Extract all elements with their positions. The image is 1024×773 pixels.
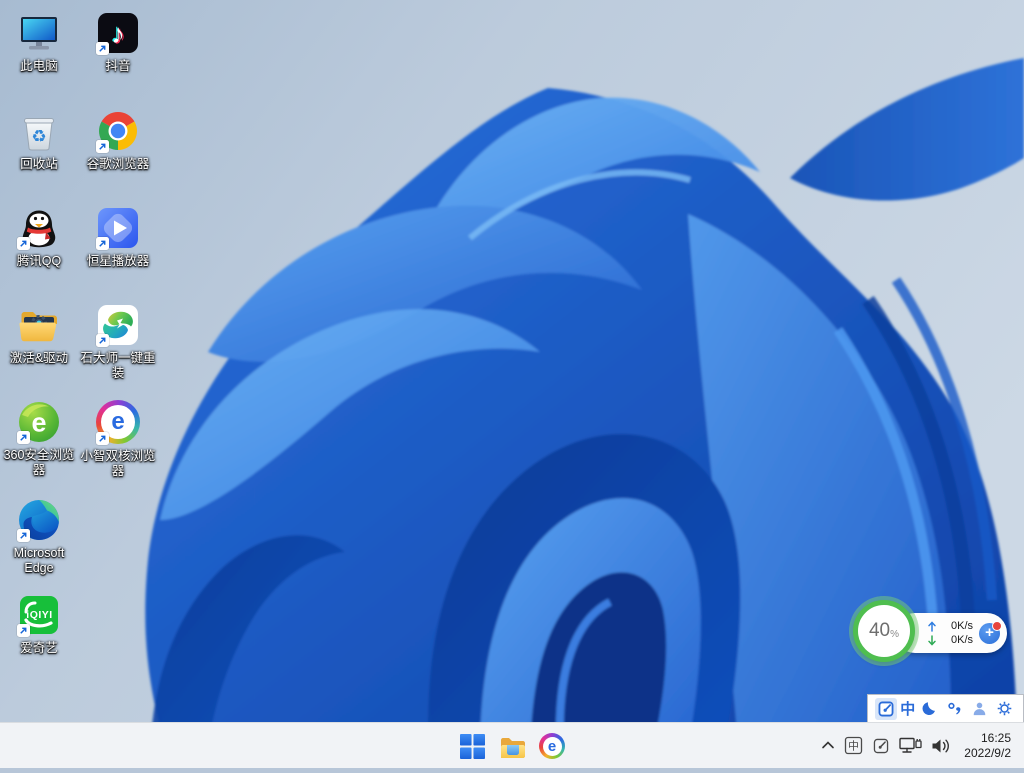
start-button[interactable] xyxy=(452,726,492,766)
shortcut-arrow-icon xyxy=(96,42,109,55)
douyin-icon: ♪ ♪ ♪ xyxy=(95,10,141,56)
svg-text:e: e xyxy=(31,408,46,438)
windows-logo-icon xyxy=(459,733,485,759)
desktop-icon-iqiyi[interactable]: iQIYI 爱奇艺 xyxy=(0,592,78,656)
ethernet-icon xyxy=(899,737,922,753)
icon-label: 谷歌浏览器 xyxy=(86,157,150,171)
shortcut-arrow-icon xyxy=(96,140,109,153)
desktop-icon-360-browser[interactable]: e 360安全浏览器 xyxy=(0,399,78,478)
ime-logo-icon xyxy=(878,701,894,716)
upload-arrow-icon xyxy=(928,620,936,632)
desktop-icon-tencent-qq[interactable]: 腾讯QQ xyxy=(0,205,78,269)
desktop-icon-activate-driver[interactable]: 激活&驱动 xyxy=(0,302,78,366)
clock-time: 16:25 xyxy=(980,730,1011,745)
clock-date: 2022/9/2 xyxy=(964,745,1011,760)
ime-account-button[interactable] xyxy=(969,698,991,720)
accelerate-plus-button[interactable]: + xyxy=(979,620,1002,644)
icon-label: 回收站 xyxy=(20,157,58,171)
svg-text:中: 中 xyxy=(848,740,859,753)
upload-speed: 0K/s xyxy=(950,620,973,632)
file-explorer-button[interactable] xyxy=(492,726,532,766)
browser-e-button[interactable]: e xyxy=(532,726,572,766)
iqiyi-icon: iQIYI xyxy=(16,592,62,638)
this-pc-icon xyxy=(16,10,62,56)
speaker-icon xyxy=(932,739,950,752)
icon-label: 恒星播放器 xyxy=(86,254,150,268)
ime-night-mode-button[interactable] xyxy=(918,698,940,720)
memory-percent: 40 xyxy=(868,620,891,641)
download-speed: 0K/s xyxy=(950,634,973,646)
shortcut-arrow-icon xyxy=(96,334,109,347)
user-icon xyxy=(973,702,986,716)
browser-e-icon: e xyxy=(539,733,565,759)
tray-overflow-chevron[interactable] xyxy=(821,739,835,752)
desktop-icon-shidashi[interactable]: 石大师一键重装 xyxy=(79,302,157,381)
desktop-icon-recycle-bin[interactable]: ♻ 回收站 xyxy=(0,108,78,172)
shortcut-arrow-icon xyxy=(17,529,30,542)
shortcut-arrow-icon xyxy=(17,431,30,444)
ime-toolbar: 中 xyxy=(867,694,1024,722)
shortcut-arrow-icon xyxy=(96,237,109,250)
ime-punctuation-button[interactable] xyxy=(944,698,966,720)
desktop-icon-stellar-player[interactable]: 恒星播放器 xyxy=(79,205,157,269)
edge-icon xyxy=(16,497,62,543)
desktop-icon-this-pc[interactable]: 此电脑 xyxy=(0,10,78,74)
folder-gear-icon xyxy=(16,302,62,348)
ime-mode-button[interactable]: 中 xyxy=(900,698,915,720)
tray-volume[interactable] xyxy=(931,738,951,754)
icon-label: 石大师一键重装 xyxy=(80,351,156,380)
desktop-icon-douyin[interactable]: ♪ ♪ ♪ 抖音 xyxy=(79,10,157,74)
icon-label: 360安全浏览器 xyxy=(3,448,75,477)
360-browser-icon: e xyxy=(16,399,62,445)
gear-icon xyxy=(998,701,1012,716)
svg-text:♪: ♪ xyxy=(111,19,125,49)
shortcut-arrow-icon xyxy=(17,237,30,250)
icon-label: 爱奇艺 xyxy=(20,641,58,655)
qq-icon xyxy=(16,205,62,251)
notification-dot xyxy=(992,620,1002,631)
file-explorer-icon xyxy=(501,738,525,758)
ime-mode-icon: 中 xyxy=(845,736,863,755)
desktop-icon-microsoft-edge[interactable]: Microsoft Edge xyxy=(0,497,78,576)
ime-settings-button[interactable] xyxy=(994,698,1016,720)
recycle-bin-icon: ♻ xyxy=(16,108,62,154)
desktop-icon-xiaozhi-browser[interactable]: e 小智双核浏览器 xyxy=(79,399,157,479)
moon-icon xyxy=(922,702,935,716)
shortcut-arrow-icon xyxy=(17,624,30,637)
stellar-player-icon xyxy=(95,205,141,251)
memory-usage-ball[interactable]: 40% xyxy=(853,600,915,662)
xiaozhi-browser-icon: e xyxy=(95,400,141,446)
icon-label: 激活&驱动 xyxy=(9,351,69,365)
tray-clock[interactable]: 16:25 2022/9/2 xyxy=(964,731,1011,761)
chevron-up-icon xyxy=(822,741,835,749)
svg-text:♻: ♻ xyxy=(31,127,46,146)
download-arrow-icon xyxy=(928,634,936,646)
icon-label: 抖音 xyxy=(105,59,131,73)
ime-logo-button[interactable] xyxy=(875,697,897,720)
shortcut-arrow-icon xyxy=(96,432,109,445)
desktop-icon-chrome[interactable]: 谷歌浏览器 xyxy=(79,108,157,172)
icon-label: 此电脑 xyxy=(20,59,58,73)
shidashi-icon xyxy=(95,302,141,348)
tray-ime-mode[interactable]: 中 xyxy=(844,736,863,755)
ime-logo-tray-icon xyxy=(874,738,889,753)
net-speed-widget[interactable]: 0K/s 0K/s + 40% xyxy=(853,598,1013,668)
punctuation-icon xyxy=(947,702,960,715)
tray-network[interactable] xyxy=(899,737,922,754)
icon-label: 腾讯QQ xyxy=(16,254,62,268)
taskbar: e 中 16:25 2022/9/2 xyxy=(0,722,1024,768)
tray-ime-logo[interactable] xyxy=(872,737,890,755)
svg-text:iQIYI: iQIYI xyxy=(26,609,52,621)
chrome-icon xyxy=(95,108,141,154)
icon-label: 小智双核浏览器 xyxy=(80,449,156,478)
icon-label: Microsoft Edge xyxy=(13,546,65,575)
